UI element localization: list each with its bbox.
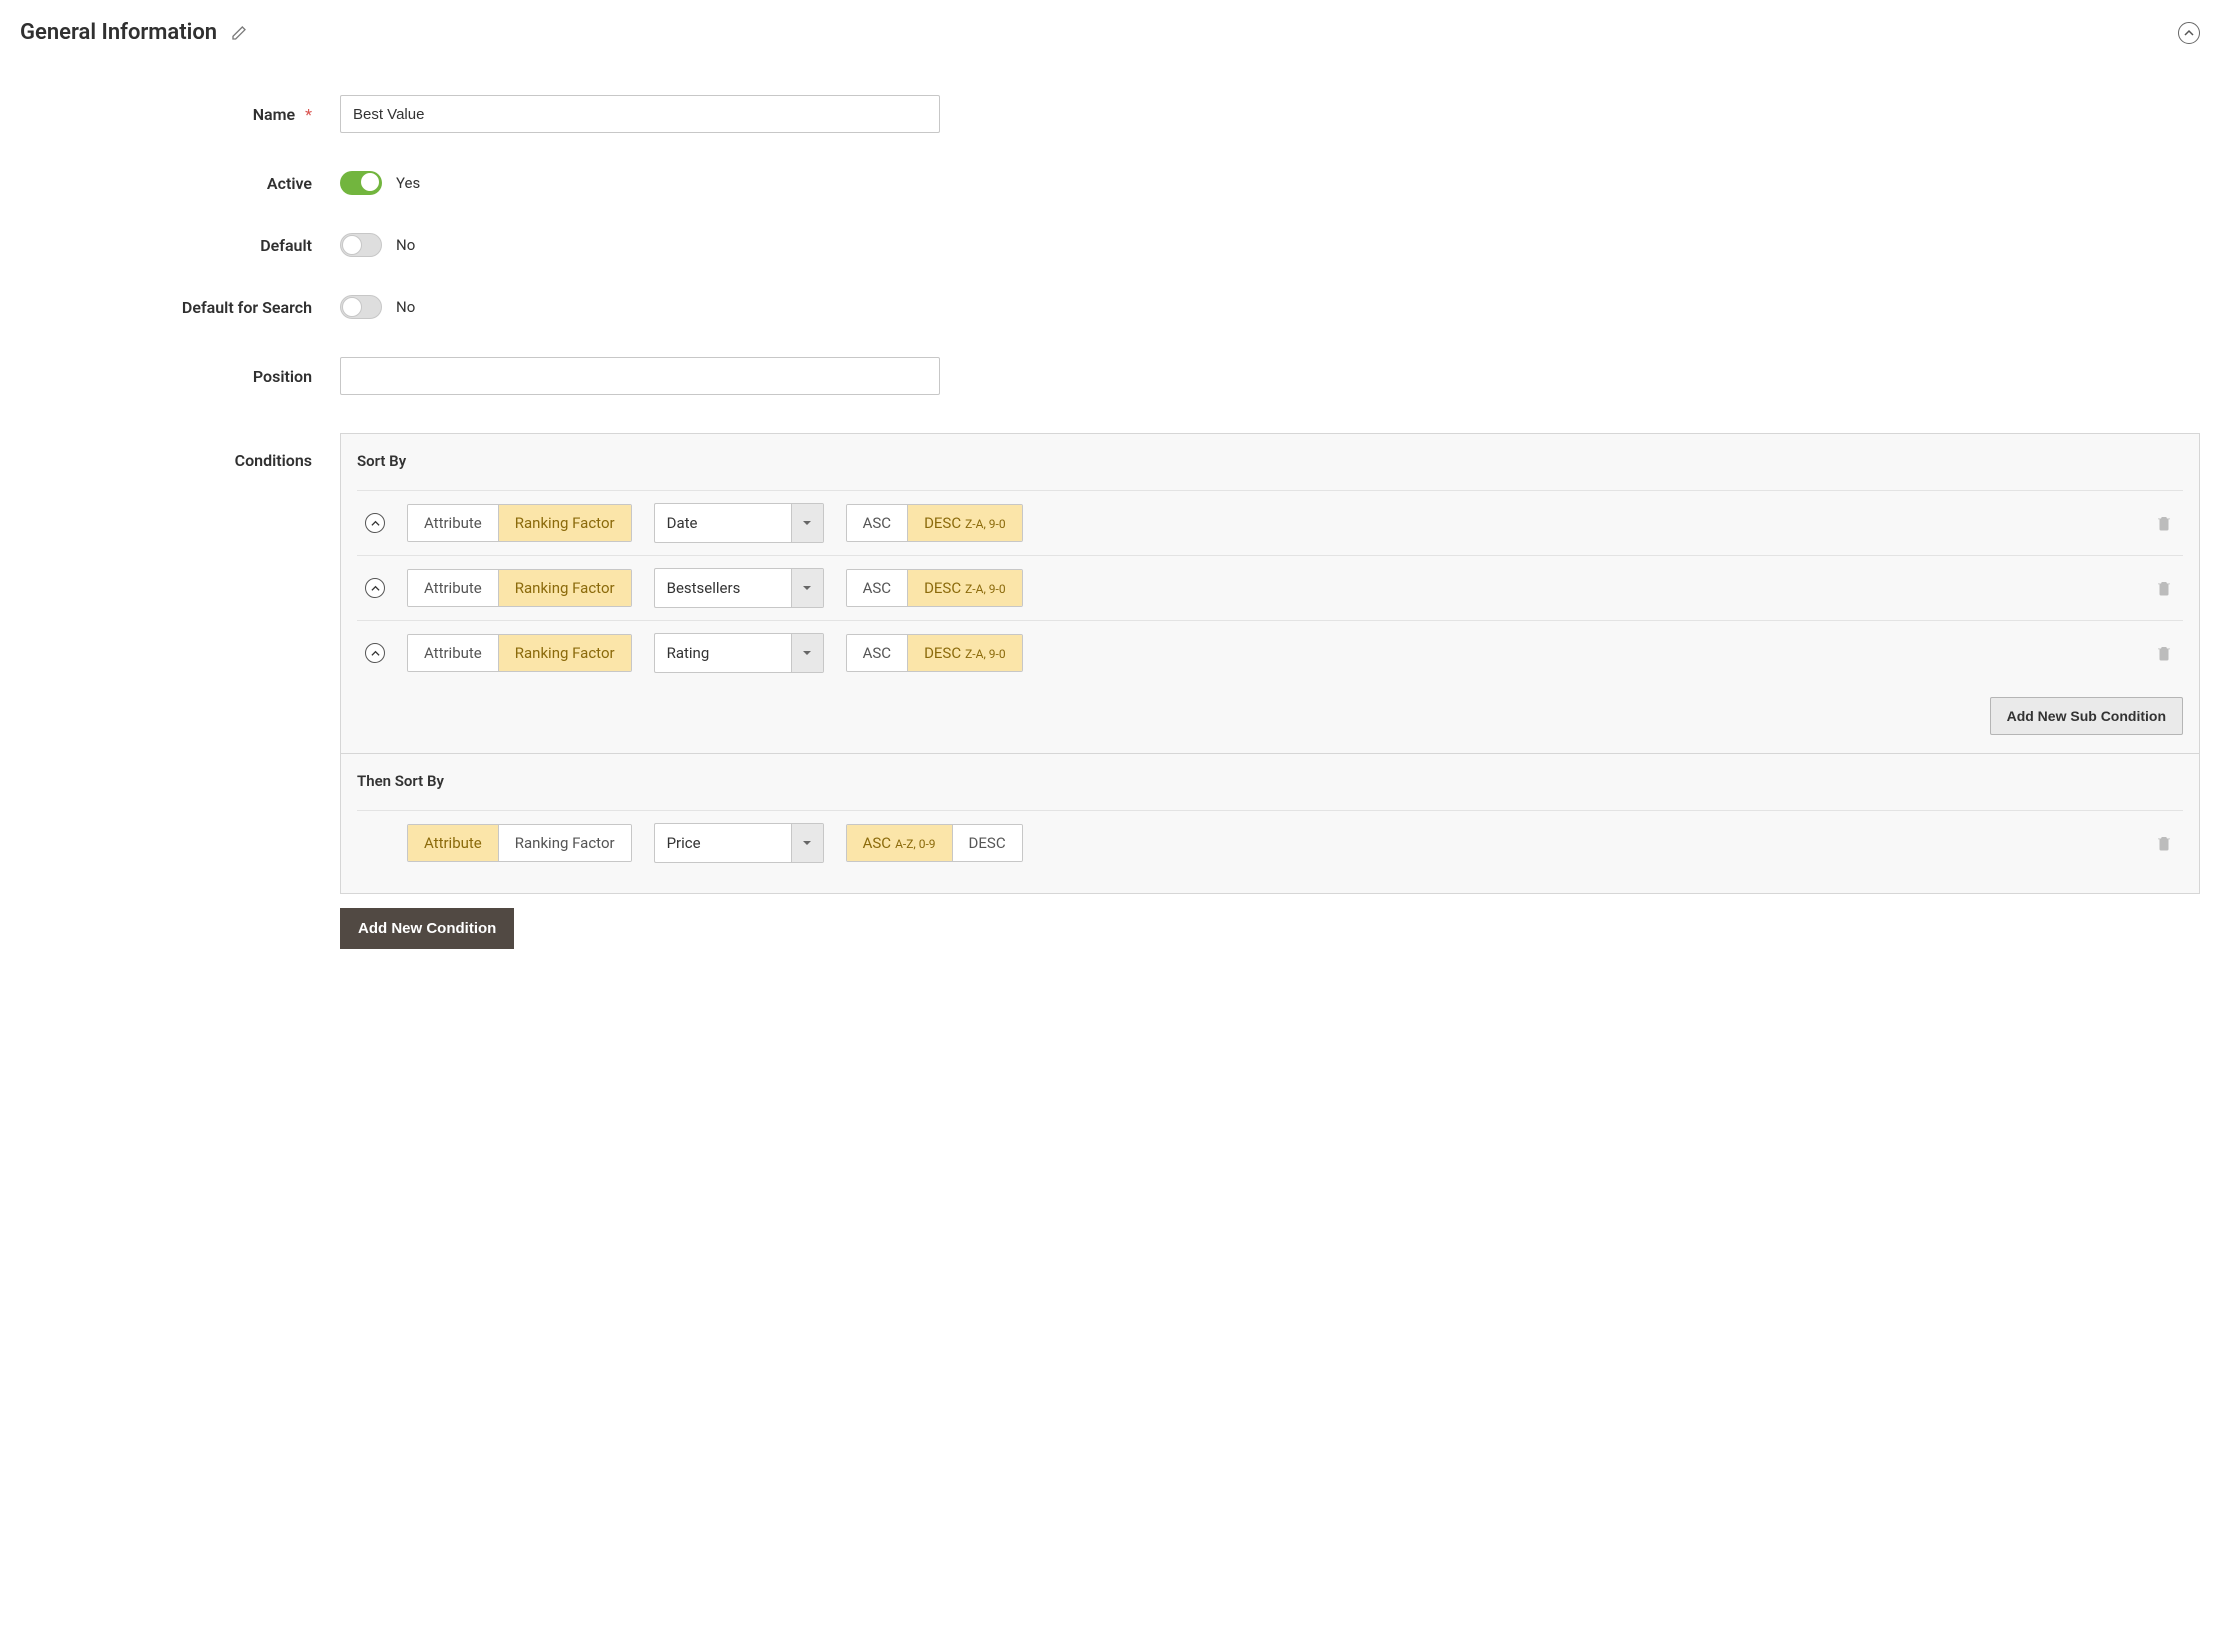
seg-asc[interactable]: ASC [847, 635, 908, 671]
section-header: General Information [20, 20, 2200, 45]
direction-segment: ASC DESCZ-A, 9-0 [846, 504, 1023, 542]
row-collapse-button[interactable] [365, 643, 385, 663]
then-sort-by-section: Then Sort By Attribute Ranking Factor Pr… [341, 754, 2199, 893]
type-segment: Attribute Ranking Factor [407, 569, 632, 607]
then-sort-by-title: Then Sort By [357, 772, 2183, 790]
label-position: Position [253, 367, 312, 386]
label-default-search: Default for Search [182, 298, 312, 317]
section-collapse-button[interactable] [2178, 22, 2200, 44]
trash-icon[interactable] [2155, 579, 2173, 597]
condition-row: Attribute Ranking Factor Price ASCA-Z, 0… [357, 810, 2183, 875]
seg-asc[interactable]: ASCA-Z, 0-9 [847, 825, 953, 861]
label-default: Default [260, 236, 312, 255]
field-row-default: Default No [20, 233, 2200, 257]
default-search-value: No [396, 298, 415, 316]
condition-row: Attribute Ranking Factor Date ASC DESCZ-… [357, 490, 2183, 555]
edit-icon[interactable] [231, 25, 247, 41]
active-toggle[interactable] [340, 171, 382, 195]
trash-icon[interactable] [2155, 834, 2173, 852]
name-input[interactable] [340, 95, 940, 133]
seg-attribute[interactable]: Attribute [408, 570, 499, 606]
seg-desc[interactable]: DESCZ-A, 9-0 [908, 570, 1022, 606]
label-name: Name [253, 105, 295, 124]
dropdown-value: Price [655, 824, 791, 862]
sort-by-title: Sort By [357, 452, 2183, 470]
chevron-down-icon [791, 569, 823, 607]
dropdown-value: Date [655, 504, 791, 542]
seg-ranking-factor[interactable]: Ranking Factor [499, 825, 631, 861]
field-row-active: Active Yes [20, 171, 2200, 195]
direction-segment: ASC DESCZ-A, 9-0 [846, 634, 1023, 672]
label-active: Active [267, 174, 312, 193]
seg-desc[interactable]: DESC [953, 825, 1022, 861]
seg-ranking-factor[interactable]: Ranking Factor [499, 505, 631, 541]
add-new-condition-button[interactable]: Add New Condition [340, 908, 514, 949]
seg-desc[interactable]: DESCZ-A, 9-0 [908, 635, 1022, 671]
chevron-down-icon [791, 504, 823, 542]
required-indicator: * [305, 105, 312, 124]
seg-attribute[interactable]: Attribute [408, 505, 499, 541]
default-value: No [396, 236, 415, 254]
field-row-conditions: Conditions Sort By Attribute Ranking Fac… [20, 433, 2200, 949]
row-collapse-button[interactable] [365, 578, 385, 598]
default-search-toggle[interactable] [340, 295, 382, 319]
value-dropdown[interactable]: Price [654, 823, 824, 863]
trash-icon[interactable] [2155, 644, 2173, 662]
type-segment: Attribute Ranking Factor [407, 824, 632, 862]
chevron-down-icon [791, 824, 823, 862]
direction-segment: ASCA-Z, 0-9 DESC [846, 824, 1023, 862]
section-title: General Information [20, 20, 217, 45]
field-row-default-search: Default for Search No [20, 295, 2200, 319]
dropdown-value: Bestsellers [655, 569, 791, 607]
add-sub-condition-button[interactable]: Add New Sub Condition [1990, 697, 2183, 735]
seg-ranking-factor[interactable]: Ranking Factor [499, 635, 631, 671]
seg-attribute[interactable]: Attribute [408, 825, 499, 861]
type-segment: Attribute Ranking Factor [407, 634, 632, 672]
conditions-box: Sort By Attribute Ranking Factor Date [340, 433, 2200, 894]
seg-desc[interactable]: DESCZ-A, 9-0 [908, 505, 1022, 541]
seg-attribute[interactable]: Attribute [408, 635, 499, 671]
field-row-position: Position [20, 357, 2200, 395]
position-input[interactable] [340, 357, 940, 395]
chevron-down-icon [791, 634, 823, 672]
seg-ranking-factor[interactable]: Ranking Factor [499, 570, 631, 606]
label-conditions: Conditions [235, 451, 312, 470]
seg-asc[interactable]: ASC [847, 505, 908, 541]
value-dropdown[interactable]: Date [654, 503, 824, 543]
dropdown-value: Rating [655, 634, 791, 672]
default-toggle[interactable] [340, 233, 382, 257]
trash-icon[interactable] [2155, 514, 2173, 532]
value-dropdown[interactable]: Bestsellers [654, 568, 824, 608]
field-row-name: Name * [20, 95, 2200, 133]
seg-asc[interactable]: ASC [847, 570, 908, 606]
type-segment: Attribute Ranking Factor [407, 504, 632, 542]
active-value: Yes [396, 174, 420, 192]
condition-row: Attribute Ranking Factor Rating ASC DESC… [357, 620, 2183, 685]
row-collapse-button[interactable] [365, 513, 385, 533]
sort-by-section: Sort By Attribute Ranking Factor Date [341, 434, 2199, 754]
condition-row: Attribute Ranking Factor Bestsellers ASC… [357, 555, 2183, 620]
value-dropdown[interactable]: Rating [654, 633, 824, 673]
direction-segment: ASC DESCZ-A, 9-0 [846, 569, 1023, 607]
